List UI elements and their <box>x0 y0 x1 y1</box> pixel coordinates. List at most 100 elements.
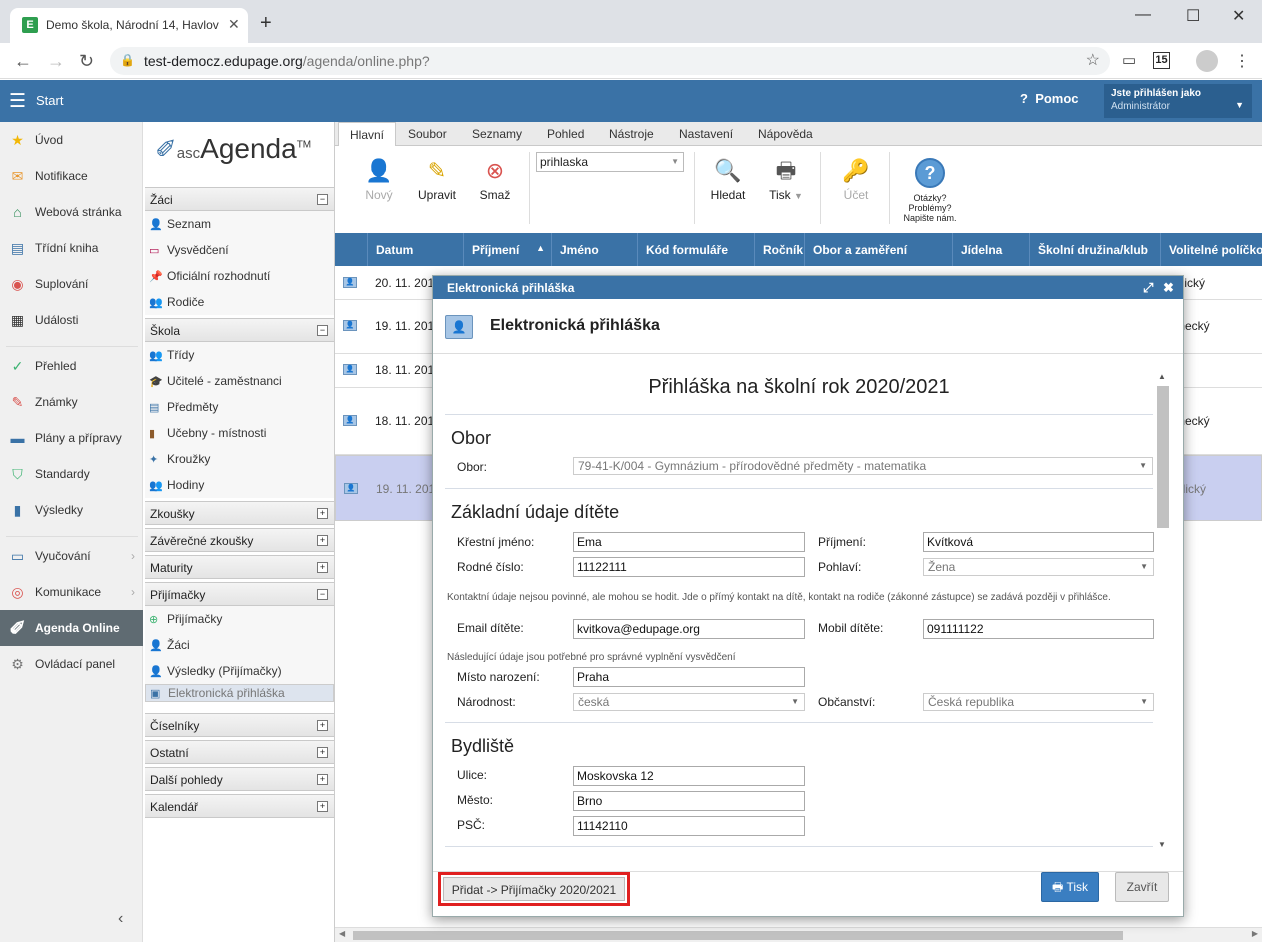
tab-seznamy[interactable]: Seznamy <box>472 127 522 141</box>
back-icon[interactable]: ← <box>14 51 32 72</box>
item-ucitele[interactable]: 🎓 Učitelé - zaměstnanci <box>145 368 334 394</box>
citizenship-select[interactable]: Česká republika ▼ <box>923 693 1154 711</box>
item-oficialni[interactable]: 📌 Oficiální rozhodnutí <box>145 263 334 289</box>
nav-item-webova-stranka[interactable]: ⌂ Webová stránka <box>0 194 143 230</box>
section-skola[interactable]: Škola − <box>145 318 334 342</box>
bookmark-star-icon[interactable]: ☆ <box>1086 50 1100 70</box>
column-header[interactable]: Jídelna <box>953 233 1030 266</box>
item-prij-zaci[interactable]: 👤 Žáci <box>145 632 334 658</box>
browser-tab[interactable]: E Demo škola, Národní 14, Havlov ✕ <box>10 8 248 43</box>
item-hodiny[interactable]: 👥 Hodiny <box>145 472 334 498</box>
scroll-right-icon[interactable]: ▶ <box>1252 929 1258 938</box>
column-header[interactable]: Volitelné políčko <box>1161 233 1262 266</box>
column-header[interactable]: Obor a zaměření <box>805 233 953 266</box>
expand-icon[interactable]: + <box>317 720 328 731</box>
item-tridy[interactable]: 👥 Třídy <box>145 342 334 368</box>
add-to-admissions-button[interactable]: Přidat -> Přijímačky 2020/2021 <box>438 872 630 906</box>
gender-select[interactable]: Žena ▼ <box>923 558 1154 576</box>
help-question-circle-icon[interactable]: ? <box>915 158 945 188</box>
section-zkousky[interactable]: Zkoušky + <box>145 501 334 525</box>
section-ostatni[interactable]: Ostatní + <box>145 740 334 764</box>
nav-item-prehled[interactable]: ✓ Přehled <box>0 348 143 384</box>
nav-item-vysledky[interactable]: ▮ Výsledky <box>0 492 143 528</box>
street-input[interactable]: Moskovska 12 <box>573 766 805 786</box>
city-input[interactable]: Brno <box>573 791 805 811</box>
collapse-sidebar-icon[interactable]: ‹ <box>118 910 123 928</box>
scroll-down-icon[interactable]: ▼ <box>1158 840 1166 849</box>
nav-item-plany[interactable]: ▬ Plány a přípravy <box>0 420 143 456</box>
start-link[interactable]: Start <box>36 93 63 108</box>
section-dalsi-pohledy[interactable]: Další pohledy + <box>145 767 334 791</box>
window-close-icon[interactable]: ✕ <box>1232 6 1245 26</box>
new-tab-icon[interactable]: + <box>260 12 272 35</box>
scroll-left-icon[interactable]: ◀ <box>339 929 345 938</box>
section-maturity[interactable]: Maturity + <box>145 555 334 579</box>
tab-pohled[interactable]: Pohled <box>547 127 584 141</box>
horizontal-scrollbar[interactable]: ◀ ▶ <box>335 927 1262 942</box>
section-prijimacky[interactable]: Přijímačky − <box>145 582 334 606</box>
birth-number-input[interactable]: 11122111 <box>573 557 805 577</box>
item-krouzky[interactable]: ✦ Kroužky <box>145 446 334 472</box>
item-prijimacky[interactable]: ⊕ Přijímačky <box>145 606 334 632</box>
print-button[interactable]: 🖶 Tisk <box>1041 872 1099 902</box>
tab-hlavni[interactable]: Hlavní <box>338 122 397 147</box>
cast-icon[interactable]: ▭ <box>1122 51 1136 69</box>
mobile-field[interactable]: 091111122 <box>923 619 1154 639</box>
expand-icon[interactable]: + <box>317 774 328 785</box>
zip-input[interactable]: 11142110 <box>573 816 805 836</box>
expand-icon[interactable]: + <box>317 562 328 573</box>
user-menu[interactable]: Jste přihlášen jako Administrátor ▼ <box>1104 84 1252 118</box>
section-zaverecne[interactable]: Závěrečné zkoušky + <box>145 528 334 552</box>
birthplace-input[interactable]: Praha <box>573 667 805 687</box>
nav-item-agenda-online[interactable]: ✐ Agenda Online <box>0 610 143 646</box>
edit-button[interactable]: ✎ Upravit <box>412 154 462 202</box>
column-header[interactable]: Kód formuláře <box>638 233 755 266</box>
nav-item-suplovani[interactable]: ◉ Suplování <box>0 266 143 302</box>
nav-item-standardy[interactable]: ⛉ Standardy <box>0 456 143 492</box>
hamburger-menu-icon[interactable]: ☰ <box>9 90 26 113</box>
scrollbar-thumb[interactable] <box>353 931 1123 940</box>
column-header[interactable]: Ročník <box>755 233 805 266</box>
nav-item-znamky[interactable]: ✎ Známky <box>0 384 143 420</box>
reload-icon[interactable]: ↻ <box>79 51 94 72</box>
scroll-up-icon[interactable]: ▲ <box>1158 372 1166 381</box>
print-ribbon-button[interactable]: 🖶 Tisk ▼ <box>761 154 811 202</box>
item-vysvedceni[interactable]: ▭ Vysvědčení <box>145 237 334 263</box>
nav-item-notifikace[interactable]: ✉ Notifikace <box>0 158 143 194</box>
scrollbar-thumb[interactable] <box>1157 386 1169 528</box>
item-prij-vysledky[interactable]: 👤 Výsledky (Přijímačky) <box>145 658 334 684</box>
section-ciselniky[interactable]: Číselníky + <box>145 713 334 737</box>
expand-icon[interactable]: + <box>317 508 328 519</box>
close-button[interactable]: Zavřít <box>1115 872 1169 902</box>
search-button[interactable]: 🔍 Hledat <box>703 154 753 202</box>
delete-button[interactable]: ⊗ Smaž <box>470 154 520 202</box>
collapse-icon[interactable]: − <box>317 194 328 205</box>
column-header[interactable]: Školní družina/klub <box>1030 233 1161 266</box>
close-icon[interactable]: ✖ <box>1163 280 1174 296</box>
tab-nastaveni[interactable]: Nastavení <box>679 127 733 141</box>
expand-icon[interactable]: + <box>317 801 328 812</box>
collapse-icon[interactable]: − <box>317 589 328 600</box>
extension-badge-icon[interactable]: 15 <box>1153 52 1170 69</box>
url-field[interactable]: 🔒 test-democz.edupage.org/agenda/online.… <box>110 47 1110 75</box>
email-field[interactable]: kvitkova@edupage.org <box>573 619 805 639</box>
expand-icon[interactable]: + <box>317 535 328 546</box>
account-button[interactable]: 🔑 Účet <box>831 154 881 202</box>
help-link[interactable]: ? Pomoc <box>1020 91 1079 106</box>
tab-nastroje[interactable]: Nástroje <box>609 127 654 141</box>
last-name-input[interactable]: Kvítková <box>923 532 1154 552</box>
forward-icon[interactable]: → <box>47 51 65 72</box>
browser-menu-icon[interactable]: ⋮ <box>1234 51 1250 71</box>
nav-item-uvod[interactable]: ★ Úvod <box>0 122 143 158</box>
maximize-icon[interactable]: ☐ <box>1186 6 1200 26</box>
obor-select[interactable]: 79-41-K/004 - Gymnázium - přírodovědné p… <box>573 457 1153 475</box>
dialog-titlebar[interactable]: Elektronická přihláška ⤢ ✖ <box>433 276 1183 299</box>
tab-soubor[interactable]: Soubor <box>408 127 447 141</box>
section-kalendar[interactable]: Kalendář + <box>145 794 334 818</box>
vertical-scrollbar[interactable]: ▲ ▼ <box>1155 372 1170 852</box>
nationality-select[interactable]: česká ▼ <box>573 693 805 711</box>
nav-item-komunikace[interactable]: ◎ Komunikace › <box>0 574 143 610</box>
item-predmety[interactable]: ▤ Předměty <box>145 394 334 420</box>
item-ucebny[interactable]: ▮ Učebny - místnosti <box>145 420 334 446</box>
nav-item-ovladaci-panel[interactable]: ⚙ Ovládací panel <box>0 646 143 682</box>
